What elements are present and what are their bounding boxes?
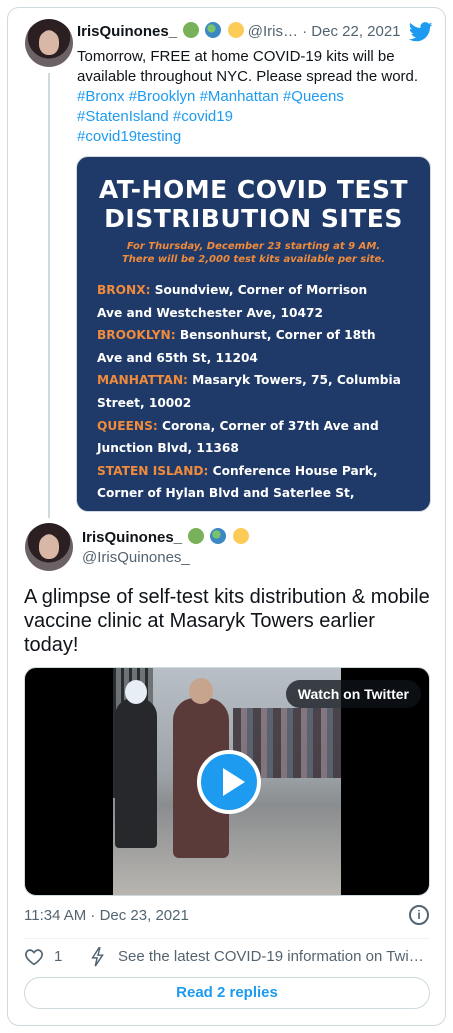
green-heart-icon [188,528,205,544]
flyer-subtitle-line: For Thursday, December 23 starting at 9 … [126,241,381,252]
lightning-bolt-icon [91,947,104,967]
parent-author-handle[interactable]: @Iris… [248,23,298,40]
hashtag-links[interactable]: #StatenIsland #covid19 [77,107,437,127]
main-author-name[interactable]: IrisQuinones_ [82,528,249,546]
flyer-site-list: BRONX: Soundview, Corner of Morrison Ave… [97,279,417,505]
parent-text-line: Tomorrow, FREE at home COVID-19 kits wil… [77,48,395,65]
flyer-site-text: Soundview, Corner of Morrison [150,283,368,297]
parent-avatar[interactable] [25,19,73,67]
main-tweet-text: A glimpse of self-test kits distribution… [24,586,430,656]
hashtag-links[interactable]: #covid19testing [77,127,437,147]
person-shape [115,680,157,848]
globe-icon [205,22,222,38]
globe-icon [210,528,227,544]
flyer-boro-label: BROOKLYN: [97,328,176,343]
flyer-subtitle: For Thursday, December 23 starting at 9 … [77,240,430,266]
info-icon[interactable]: i [409,905,429,925]
flyer-boro-label: QUEENS: [97,418,158,433]
flyer-site: QUEENS: Corona, Corner of 37th Ave and [97,415,417,438]
divider [24,938,430,939]
main-author-handle[interactable]: @IrisQuinones_ [82,549,190,566]
flyer-title-line: AT-HOME COVID TEST [98,175,409,204]
flyer-boro-label: BRONX: [97,283,151,297]
flyer-boro-label: STATEN ISLAND: [97,463,209,478]
main-author-name-text[interactable]: IrisQuinones_ [82,529,182,546]
like-count[interactable]: 1 [54,948,62,965]
tweet-embed-card: IrisQuinones_ @Iris… · Dec 22, 2021 Tomo… [7,7,446,1026]
parent-author-name[interactable]: IrisQuinones_ [77,23,177,40]
green-heart-icon [183,22,200,38]
flyer-site-text: Conference House Park, [208,463,378,478]
flyer-site-text: Junction Blvd, 11368 [97,441,239,456]
parent-tweet[interactable]: IrisQuinones_ @Iris… · Dec 22, 2021 Tomo… [8,8,445,518]
flyer-site-text: Street, 10002 [97,395,192,410]
yellow-heart-icon [232,528,249,544]
flyer-site-text: Bensonhurst, Corner of 18th [175,328,376,343]
flyer-title-line: DISTRIBUTION SITES [104,204,403,233]
parent-date[interactable]: · Dec 22, 2021 [302,23,400,40]
flyer-site-text: Corner of Hylan Blvd and Saterlee St, [97,486,355,501]
play-icon[interactable] [197,750,261,814]
heart-icon[interactable] [24,948,44,966]
main-avatar[interactable] [25,523,73,571]
action-bar: 1 See the latest COVID-19 information on… [24,946,434,970]
flyer-site: BRONX: Soundview, Corner of Morrison [97,279,417,302]
covid-info-link[interactable]: See the latest COVID-19 information on T… [118,948,434,965]
flyer-site-text: Corona, Corner of 37th Ave and [157,418,379,433]
parent-header: IrisQuinones_ @Iris… · Dec 22, 2021 [77,22,437,42]
yellow-heart-icon [227,22,244,38]
flyer-image[interactable]: AT-HOME COVID TEST DISTRIBUTION SITES Fo… [76,156,431,512]
flyer-subtitle-line: There will be 2,000 test kits available … [121,254,386,265]
flyer-title: AT-HOME COVID TEST DISTRIBUTION SITES [77,175,430,233]
flyer-site: MANHATTAN: Masaryk Towers, 75, Columbia [97,369,417,392]
video-player[interactable]: Watch on Twitter [24,667,430,896]
flyer-site-text: Masaryk Towers, 75, Columbia [187,373,401,388]
flyer-site: STATEN ISLAND: Conference House Park, [97,460,417,483]
parent-tweet-text: Tomorrow, FREE at home COVID-19 kits wil… [77,47,437,147]
hashtag-links[interactable]: #Bronx #Brooklyn #Manhattan #Queens [77,87,437,107]
parent-text-line: available throughout NYC. Please spread … [77,68,419,85]
twitter-bird-icon[interactable] [409,22,433,42]
read-replies-button[interactable]: Read 2 replies [24,977,430,1009]
watch-on-twitter-button[interactable]: Watch on Twitter [285,680,421,708]
thread-line [48,73,50,518]
tweet-timestamp[interactable]: 11:34 AM · Dec 23, 2021 [24,907,189,924]
flyer-site-text: Ave and Westchester Ave, 10472 [97,305,323,320]
flyer-site: BROOKLYN: Bensonhurst, Corner of 18th [97,324,417,347]
flyer-boro-label: MANHATTAN: [97,373,188,388]
flyer-site-text: Ave and 65th St, 11204 [97,350,258,365]
